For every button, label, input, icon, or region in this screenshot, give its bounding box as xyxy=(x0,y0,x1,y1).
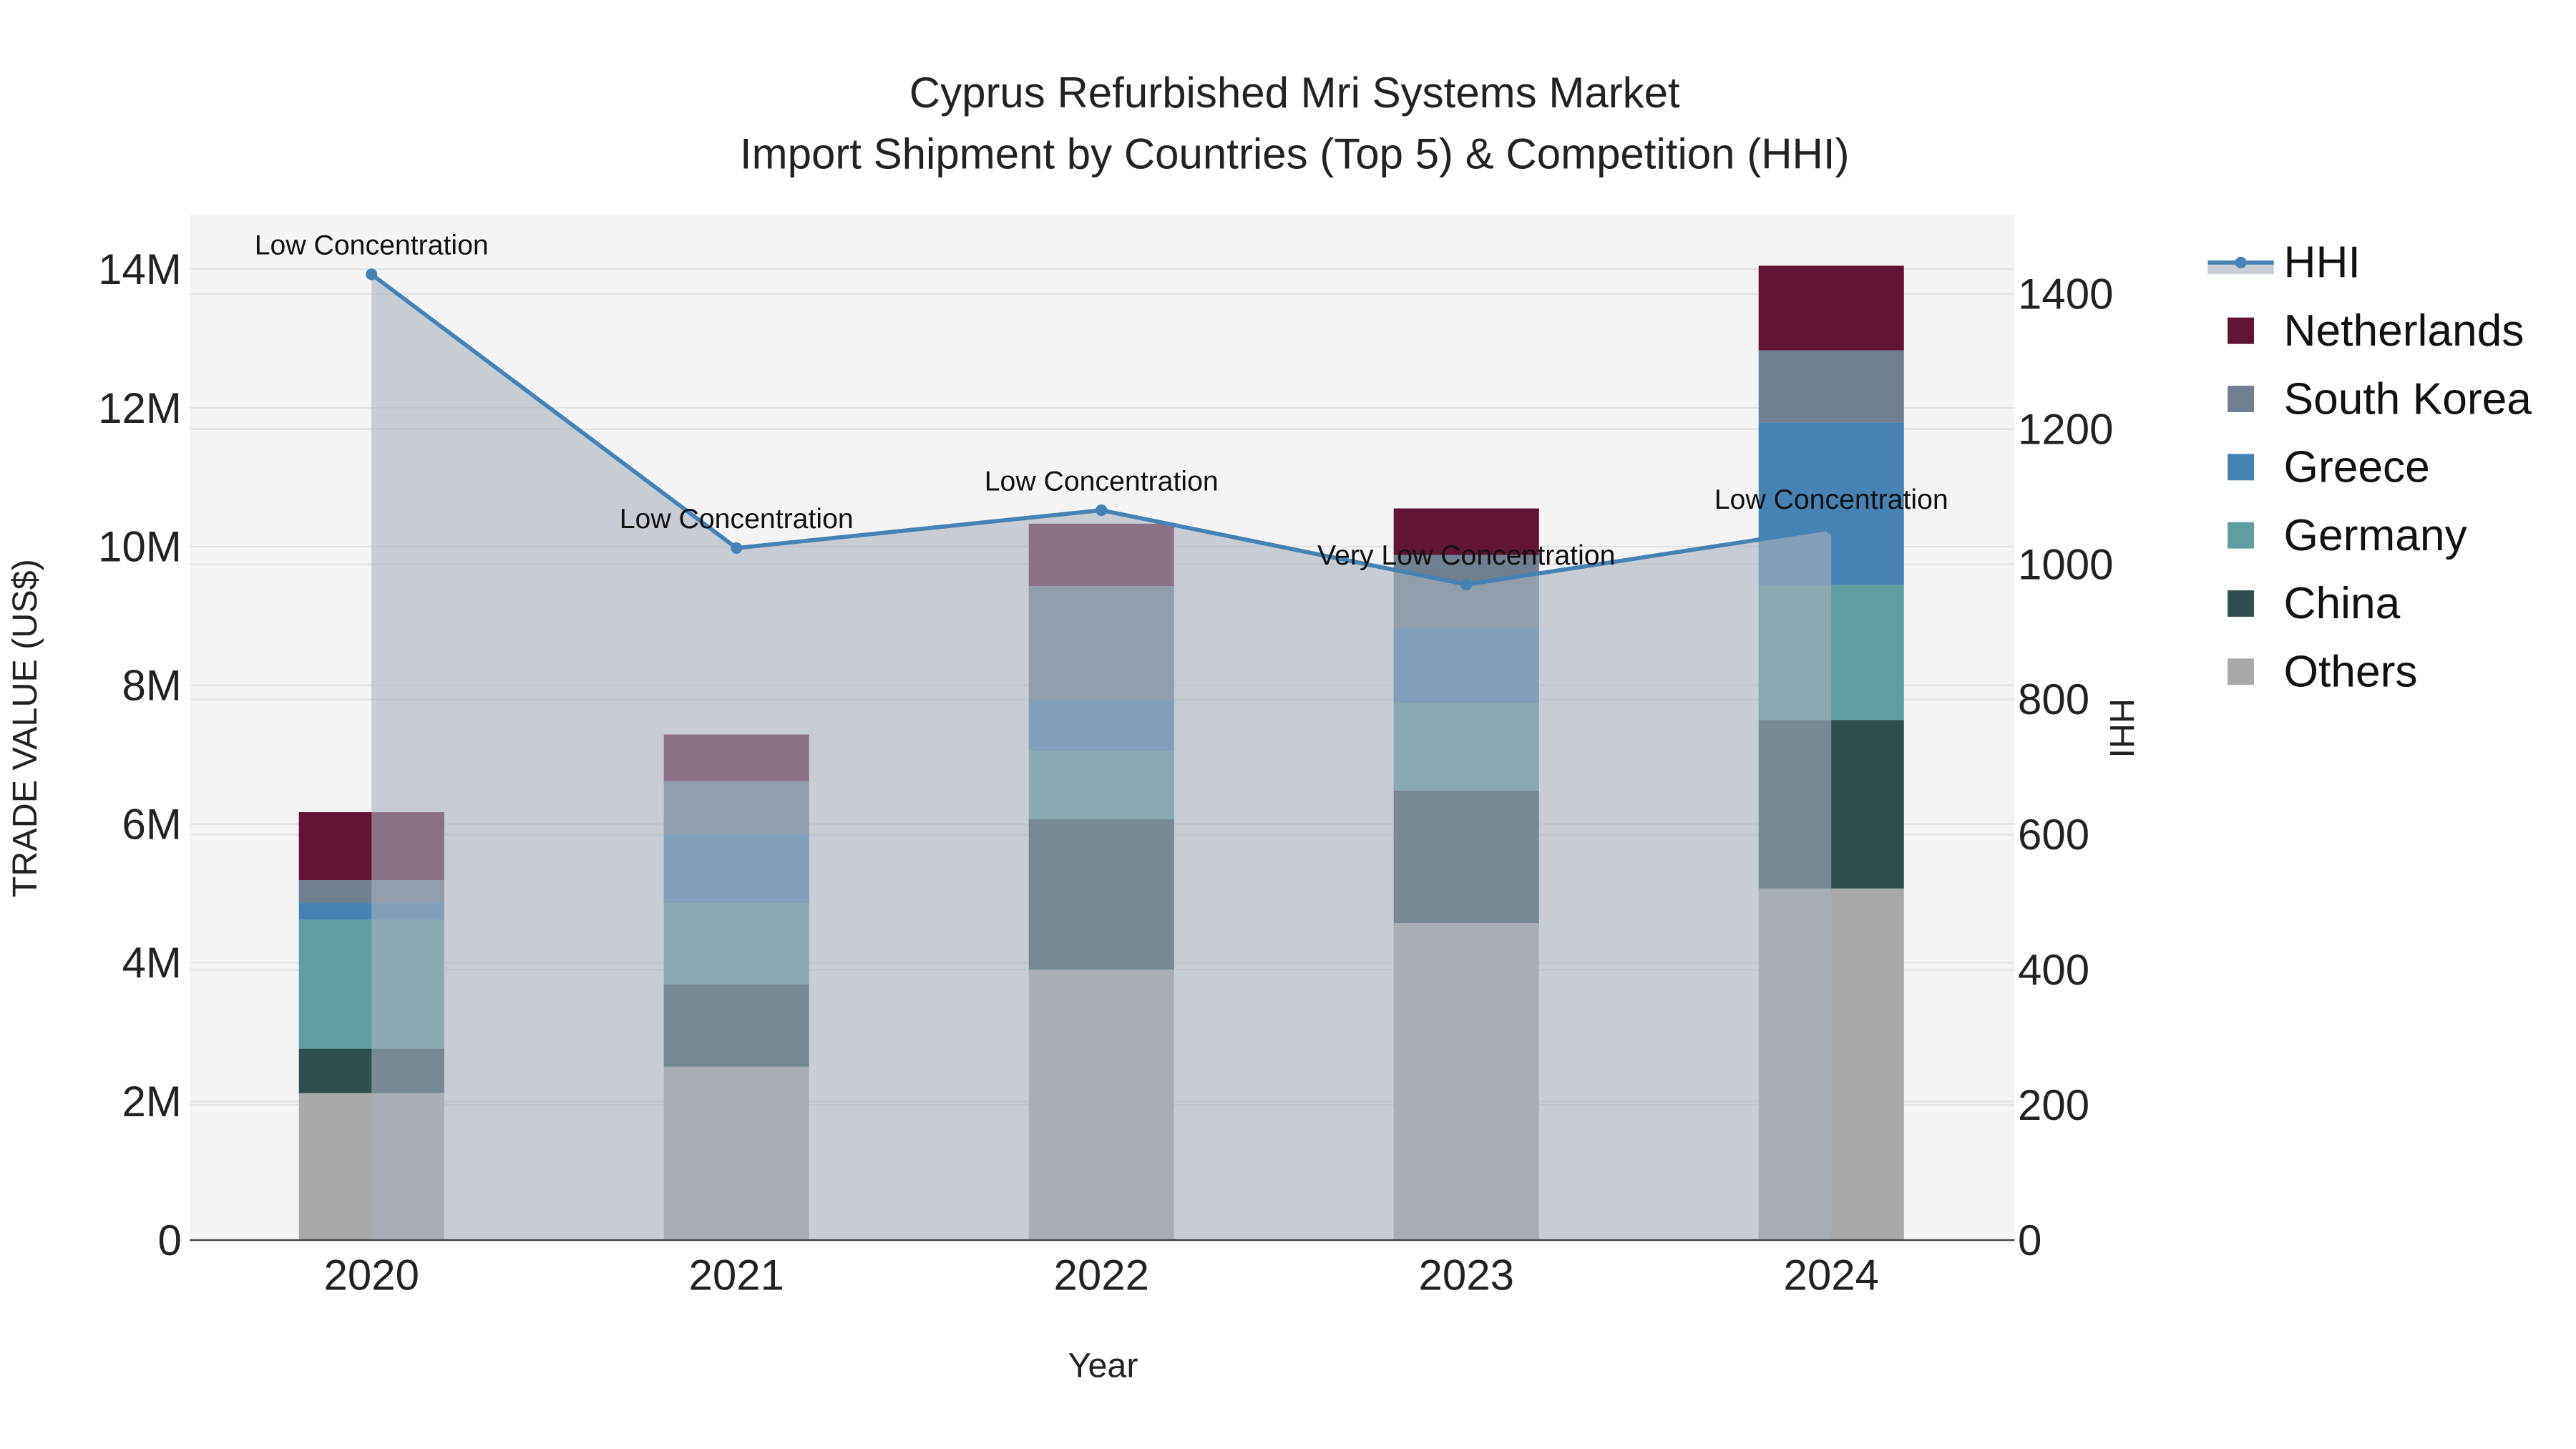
legend-swatch xyxy=(2228,317,2254,344)
x-tick-label: 2020 xyxy=(323,1251,419,1299)
y-tick-label: 14M xyxy=(98,245,182,293)
legend-label: Netherlands xyxy=(2284,306,2524,356)
y-tick-label: 10M xyxy=(98,523,182,571)
y2-tick-label: 1200 xyxy=(2018,405,2113,453)
hhi-point-2022 xyxy=(1096,504,1108,517)
bar-south-korea-2024 xyxy=(1758,350,1904,423)
chart-subtitle: Import Shipment by Countries (Top 5) & C… xyxy=(740,130,1850,177)
y2-tick-label: 800 xyxy=(2018,675,2089,723)
y-tick-label: 8M xyxy=(122,661,181,709)
y-tick-label: 4M xyxy=(122,939,181,987)
legend-label: China xyxy=(2284,579,2401,628)
hhi-point-2023 xyxy=(1460,578,1473,590)
legend-swatch xyxy=(2228,522,2254,549)
legend-swatch xyxy=(2228,658,2254,686)
y2-tick-label: 0 xyxy=(2018,1216,2041,1264)
hhi-point-2024 xyxy=(1825,522,1838,535)
x-tick-label: 2022 xyxy=(1053,1251,1148,1299)
legend-swatch xyxy=(2228,454,2254,481)
y-tick-label: 12M xyxy=(98,384,182,432)
legend-swatch xyxy=(2228,386,2254,412)
y2-tick-label: 600 xyxy=(2018,811,2089,859)
legend-hhi-marker xyxy=(2235,256,2247,268)
bar-netherlands-2024 xyxy=(1758,265,1904,351)
y-axis-label: TRADE VALUE (US$) xyxy=(6,559,44,897)
y2-axis-label: HHI xyxy=(2102,698,2141,758)
chart: Low Concentration Low Concentration Low Co… xyxy=(0,0,2576,1449)
x-tick-label: 2024 xyxy=(1783,1251,1878,1299)
hhi-annotation: Low Concentration xyxy=(255,230,489,261)
legend-label: HHI xyxy=(2284,238,2361,288)
x-tick-label: 2023 xyxy=(1418,1251,1513,1299)
y-tick-label: 0 xyxy=(157,1216,181,1264)
y2-tick-label: 200 xyxy=(2018,1081,2089,1129)
x-tick-label: 2021 xyxy=(688,1251,784,1299)
y-tick-label: 6M xyxy=(122,800,181,848)
hhi-annotation: Low Concentration xyxy=(620,503,854,535)
y2-tick-label: 1000 xyxy=(2018,540,2113,588)
x-axis-label: Year xyxy=(1068,1347,1138,1385)
chart-title: Cyprus Refurbished Mri Systems Market xyxy=(909,69,1680,117)
y2-tick-label: 1400 xyxy=(2018,270,2113,318)
y-tick-label: 2M xyxy=(122,1078,181,1126)
legend-label: South Korea xyxy=(2284,374,2532,424)
hhi-annotation: Low Concentration xyxy=(985,465,1219,497)
legend-label: Greece xyxy=(2284,443,2430,492)
hhi-annotation: Very Low Concentration xyxy=(1317,540,1615,571)
legend-label: Others xyxy=(2284,648,2418,697)
legend-swatch xyxy=(2228,590,2254,617)
y2-tick-label: 400 xyxy=(2018,946,2089,994)
hhi-annotation: Low Concentration xyxy=(1714,484,1948,515)
hhi-point-2021 xyxy=(731,542,743,554)
legend-label: Germany xyxy=(2284,511,2468,560)
hhi-point-2020 xyxy=(366,268,378,280)
